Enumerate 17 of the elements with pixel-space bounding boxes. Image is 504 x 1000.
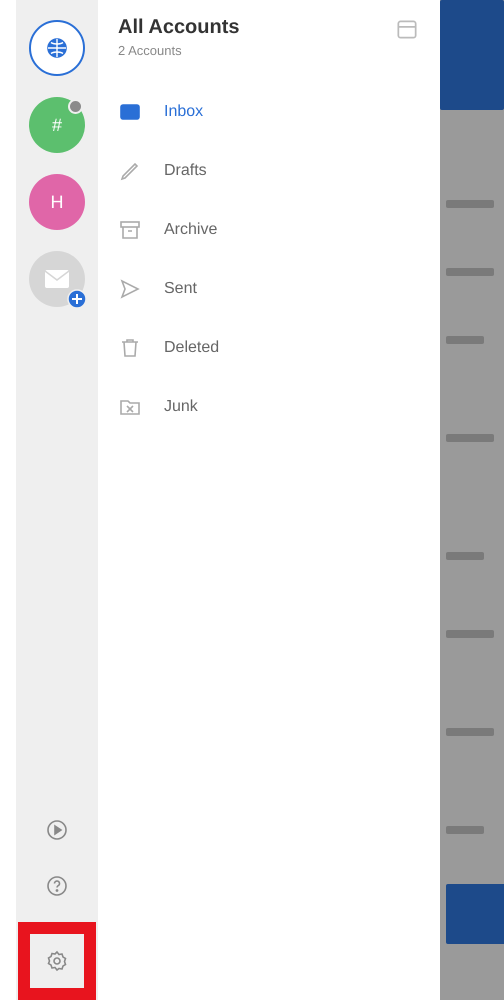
envelope-icon (44, 269, 70, 289)
help-icon (45, 874, 69, 898)
settings-icon (45, 949, 69, 973)
send-icon (118, 276, 142, 300)
panel-subtitle: 2 Accounts (118, 43, 183, 58)
folder-item[interactable]: Deleted (118, 318, 420, 377)
folder-item[interactable]: Drafts (118, 141, 420, 200)
globe-icon (45, 36, 69, 60)
folder-item[interactable]: Sent (118, 259, 420, 318)
folder-item[interactable]: Archive (118, 200, 420, 259)
folder-item[interactable]: Inbox (118, 82, 420, 141)
settings-button[interactable] (18, 922, 96, 1000)
account-avatar[interactable]: H (29, 174, 85, 230)
play-icon (45, 818, 69, 842)
plus-icon (67, 289, 87, 309)
folder-item[interactable]: Junk (118, 377, 420, 436)
panel-title: All Accounts (118, 16, 240, 39)
